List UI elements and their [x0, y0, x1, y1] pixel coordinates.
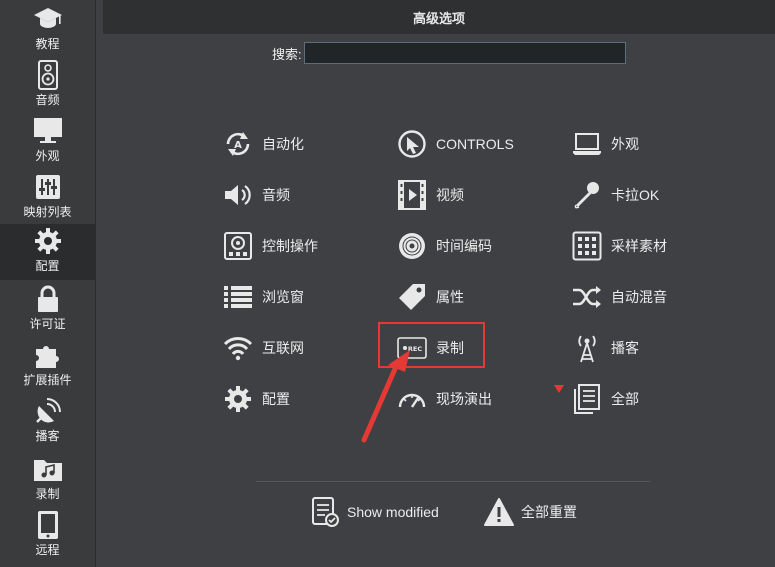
- monitor-icon: [33, 116, 63, 146]
- laptop-icon: [571, 128, 603, 160]
- option-video[interactable]: 视频: [396, 178, 464, 212]
- option-label: 音频: [262, 187, 290, 203]
- automation-icon: A: [222, 128, 254, 160]
- controller-icon: [222, 230, 254, 262]
- shuffle-icon: [571, 281, 603, 313]
- option-automix[interactable]: 自动混音: [571, 280, 667, 314]
- option-configuration[interactable]: 配置: [222, 382, 290, 416]
- microphone-icon: [571, 179, 603, 211]
- reset-all-button[interactable]: 全部重置: [483, 494, 577, 530]
- option-label: 属性: [436, 289, 464, 305]
- gauge-icon: [396, 383, 428, 415]
- music-folder-icon: [33, 454, 63, 484]
- svg-text:A: A: [234, 140, 242, 151]
- wifi-icon: [222, 332, 254, 364]
- option-internet[interactable]: 互联网: [222, 331, 304, 365]
- option-label: 自动混音: [611, 289, 667, 305]
- sidebar-item-label: 配置: [35, 259, 60, 273]
- graduation-cap-icon: [33, 4, 63, 34]
- sidebar-item-label: 音频: [35, 93, 60, 107]
- option-controls[interactable]: CONTROLS: [396, 127, 514, 161]
- show-modified-label: Show modified: [347, 504, 439, 520]
- option-label: 播客: [611, 340, 639, 356]
- option-podcast[interactable]: 播客: [571, 331, 639, 365]
- search-input[interactable]: [303, 42, 626, 64]
- option-label: 现场演出: [436, 391, 492, 407]
- grid-icon: [571, 230, 603, 262]
- sidebar-item-extensions[interactable]: 扩展插件: [0, 338, 95, 394]
- option-label: 卡拉OK: [611, 187, 660, 203]
- sidebar-item-recording[interactable]: 录制: [0, 452, 95, 508]
- search-label: 搜索:: [272, 46, 302, 62]
- sidebar: 教程 音频 外观 映射列表 配置 许可证 扩展插件 播客 录制 远程: [0, 0, 96, 567]
- option-all[interactable]: 全部: [571, 382, 639, 416]
- option-properties[interactable]: 属性: [396, 280, 464, 314]
- document-icon: [571, 383, 603, 415]
- option-label: 视频: [436, 187, 464, 203]
- puzzle-icon: [33, 340, 63, 370]
- speaker-icon: [33, 60, 63, 90]
- tag-icon: [396, 281, 428, 313]
- sidebar-item-podcast[interactable]: 播客: [0, 394, 95, 450]
- option-karaoke[interactable]: 卡拉OK: [571, 178, 659, 212]
- antenna-icon: [571, 332, 603, 364]
- volume-icon: [222, 179, 254, 211]
- disc-icon: [396, 230, 428, 262]
- option-control-operations[interactable]: 控制操作: [222, 229, 318, 263]
- checklist-icon: [309, 496, 341, 528]
- sliders-icon: [33, 172, 63, 202]
- list-icon: [222, 281, 254, 313]
- option-appearance[interactable]: 外观: [571, 127, 639, 161]
- option-sampler[interactable]: 采样素材: [571, 229, 667, 263]
- divider: [256, 481, 650, 482]
- option-label: 外观: [611, 136, 639, 152]
- option-label: 配置: [262, 391, 290, 407]
- page-title: 高级选项: [412, 10, 465, 26]
- sidebar-item-label: 映射列表: [23, 205, 72, 219]
- option-label: 互联网: [262, 340, 304, 356]
- film-icon: [396, 179, 428, 211]
- satellite-dish-icon: [33, 396, 63, 426]
- option-label: 采样素材: [611, 238, 667, 254]
- option-label: 自动化: [262, 136, 304, 152]
- option-label: 全部: [611, 391, 639, 407]
- sidebar-item-label: 播客: [35, 429, 60, 443]
- option-label: CONTROLS: [436, 136, 514, 152]
- panel-header: 高级选项: [103, 0, 775, 34]
- lock-icon: [33, 284, 63, 314]
- sidebar-item-label: 录制: [35, 487, 60, 501]
- sidebar-item-label: 外观: [35, 149, 60, 163]
- sidebar-item-label: 远程: [35, 543, 60, 557]
- sidebar-item-mapping-list[interactable]: 映射列表: [0, 170, 95, 226]
- sidebar-item-label: 许可证: [29, 317, 66, 331]
- sidebar-item-configuration[interactable]: 配置: [0, 224, 95, 280]
- option-live-performance[interactable]: 现场演出: [396, 382, 492, 416]
- sidebar-item-remote[interactable]: 远程: [0, 508, 95, 564]
- option-label: 浏览窗: [262, 289, 304, 305]
- gear-icon: [222, 383, 254, 415]
- warning-marker-icon: [554, 385, 564, 393]
- option-timecode[interactable]: 时间编码: [396, 229, 492, 263]
- sidebar-item-appearance[interactable]: 外观: [0, 114, 95, 170]
- show-modified-button[interactable]: Show modified: [309, 494, 441, 530]
- option-label: 时间编码: [436, 238, 492, 254]
- option-automation[interactable]: A 自动化: [222, 127, 304, 161]
- option-browser[interactable]: 浏览窗: [222, 280, 304, 314]
- sidebar-item-label: 教程: [35, 37, 60, 51]
- cursor-click-icon: [396, 128, 428, 160]
- sidebar-item-audio[interactable]: 音频: [0, 58, 95, 114]
- search-row: 搜索:: [272, 42, 626, 64]
- sidebar-item-label: 扩展插件: [23, 373, 72, 387]
- tablet-icon: [33, 510, 63, 540]
- option-audio[interactable]: 音频: [222, 178, 290, 212]
- sidebar-item-license[interactable]: 许可证: [0, 282, 95, 338]
- highlight-box: [378, 322, 485, 368]
- sidebar-item-tutorial[interactable]: 教程: [0, 2, 95, 58]
- reset-all-label: 全部重置: [521, 504, 577, 520]
- gear-icon: [33, 226, 63, 256]
- warning-icon: [483, 496, 515, 528]
- option-label: 控制操作: [262, 238, 318, 254]
